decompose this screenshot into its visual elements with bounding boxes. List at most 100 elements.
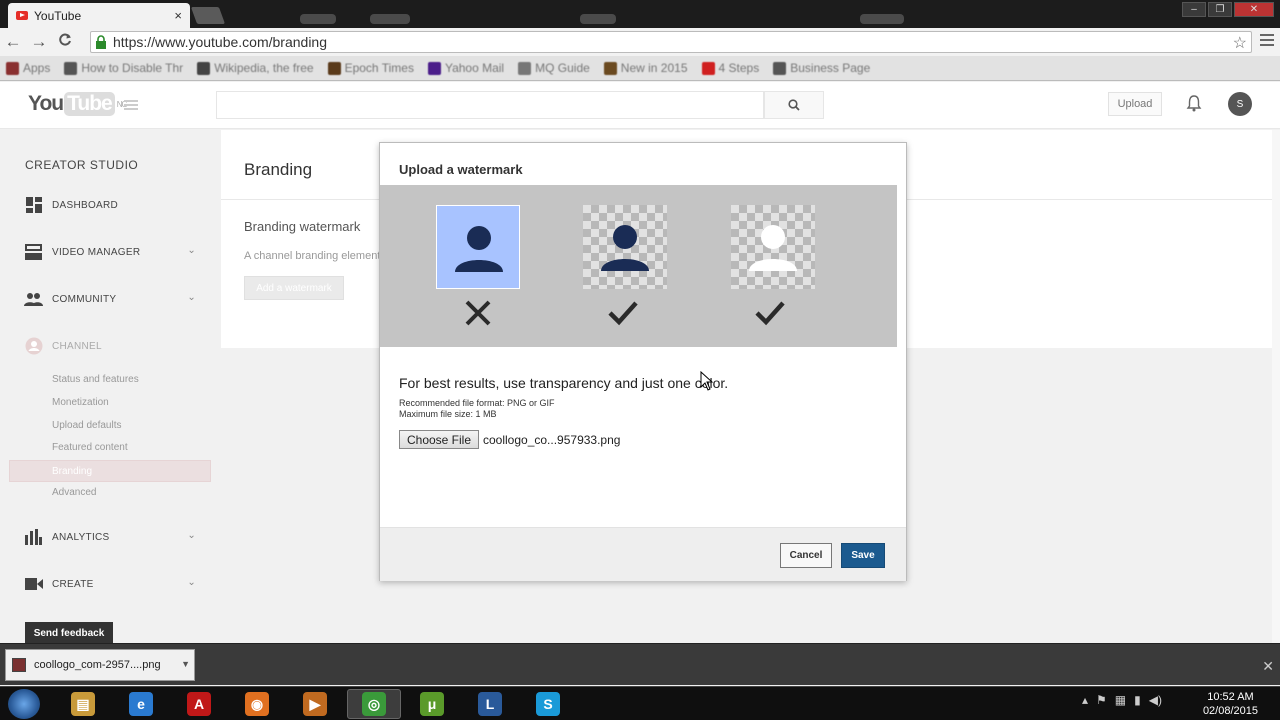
maximize-icon[interactable]: ❐ <box>1208 2 1232 17</box>
check-mark-icon <box>608 301 638 326</box>
bookmark-item[interactable]: Business Page <box>773 61 870 75</box>
lync-icon: L <box>478 692 502 716</box>
bookmark-item[interactable]: Wikipedia, the free <box>197 61 314 75</box>
bookmark-label: Business Page <box>790 61 871 75</box>
taskbar-app-firefox[interactable]: ◉ <box>230 689 284 719</box>
creator-studio-title[interactable]: CREATOR STUDIO <box>25 158 138 172</box>
chevron-down-icon[interactable]: ⌄ <box>187 245 196 256</box>
url-bar[interactable]: https://www.youtube.com/branding ☆ <box>90 31 1252 53</box>
bookmark-label: New in 2015 <box>620 61 688 75</box>
download-bar: coollogo_com-2957....png ▼ ✕ <box>0 643 1280 685</box>
tab-close-icon[interactable]: × <box>174 8 182 23</box>
network-icon[interactable]: ▦ <box>1115 693 1126 707</box>
page-scrollbar[interactable] <box>1272 130 1280 643</box>
youtube-header: You Tube NG Upload S <box>0 82 1280 129</box>
choose-file-button[interactable]: Choose File <box>399 430 479 449</box>
window-controls: – ❐ ✕ <box>1182 2 1274 17</box>
browser-tab-youtube[interactable]: YouTube × <box>8 3 190 28</box>
sidebar-subitem-featured-content[interactable]: Featured content <box>52 442 128 453</box>
bookmark-item[interactable]: How to Disable Thr <box>64 61 183 75</box>
dialog-title: Upload a watermark <box>399 162 523 177</box>
youtube-logo[interactable]: You Tube NG <box>28 92 128 116</box>
new-tab-button[interactable] <box>190 7 226 24</box>
sidebar-item-dashboard[interactable]: DASHBOARD <box>0 195 212 215</box>
utorrent-icon: μ <box>420 692 444 716</box>
chevron-down-icon[interactable]: ⌄ <box>187 530 196 541</box>
taskbar-app-utorrent[interactable]: μ <box>405 689 459 719</box>
search-input[interactable] <box>216 91 764 119</box>
battery-icon[interactable]: ▮ <box>1134 693 1141 707</box>
taskbar-app-chrome[interactable]: ◎ <box>347 689 401 719</box>
chrome-menu-icon[interactable] <box>1260 34 1274 49</box>
action-center-icon[interactable]: ⚑ <box>1096 693 1107 707</box>
notifications-bell-icon[interactable] <box>1186 94 1202 117</box>
chevron-down-icon[interactable]: ⌄ <box>187 292 196 303</box>
chevron-down-icon[interactable]: ▼ <box>181 659 190 669</box>
back-arrow-icon[interactable]: ← <box>0 32 26 52</box>
download-item[interactable]: coollogo_com-2957....png ▼ <box>5 649 195 681</box>
background-icon <box>860 14 904 24</box>
dashboard-icon <box>24 197 43 213</box>
address-toolbar: ← → https://www.youtube.com/branding ☆ <box>0 28 1280 56</box>
upload-watermark-dialog: Upload a watermark For best results, use… <box>379 142 907 581</box>
dialog-footer: Cancel Save <box>380 527 906 581</box>
volume-icon[interactable]: ◀) <box>1149 693 1162 707</box>
sidebar-item-create[interactable]: CREATE ⌄ <box>0 574 212 594</box>
bookmark-label: Wikipedia, the free <box>214 61 314 75</box>
windows-start-button[interactable] <box>8 689 40 719</box>
bookmark-item[interactable]: Epoch Times <box>327 61 414 75</box>
avatar[interactable]: S <box>1228 92 1252 116</box>
file-explorer-icon: ▤ <box>71 692 95 716</box>
minimize-icon[interactable]: – <box>1182 2 1206 17</box>
taskbar-app-skype[interactable]: S <box>521 689 575 719</box>
search-button[interactable] <box>764 91 824 119</box>
person-icon <box>749 225 797 271</box>
add-watermark-button[interactable]: Add a watermark <box>244 276 344 300</box>
sidebar-subitem-advanced[interactable]: Advanced <box>52 487 96 498</box>
guide-menu-icon[interactable] <box>124 100 138 112</box>
tab-title: YouTube <box>34 8 82 23</box>
taskbar-app-lync[interactable]: L <box>463 689 517 719</box>
url-text: https://www.youtube.com/branding <box>113 34 328 50</box>
window-close-icon[interactable]: ✕ <box>1234 2 1274 17</box>
sidebar-subitem-monetization[interactable]: Monetization <box>52 397 109 408</box>
system-clock[interactable]: 10:52 AM 02/08/2015 <box>1203 690 1258 718</box>
download-bar-close-icon[interactable]: ✕ <box>1262 658 1274 675</box>
sidebar-subitem-status[interactable]: Status and features <box>52 374 139 385</box>
sidebar-item-community[interactable]: COMMUNITY ⌄ <box>0 289 212 309</box>
save-button[interactable]: Save <box>841 543 885 568</box>
cancel-button[interactable]: Cancel <box>780 543 832 568</box>
windows-taskbar: ▤ e A ◉ ▶ ◎ μ L S ▴ ⚑ ▦ ▮ ◀) 10:52 AM 02/08/2015 <box>0 686 1280 720</box>
sidebar-item-analytics[interactable]: ANALYTICS ⌄ <box>0 527 212 547</box>
taskbar-app-internet-explorer[interactable]: e <box>114 689 168 719</box>
send-feedback-button[interactable]: Send feedback <box>25 622 113 644</box>
lock-icon <box>96 35 106 49</box>
chevron-down-icon[interactable]: ⌄ <box>187 577 196 588</box>
forward-arrow-icon[interactable]: → <box>26 32 52 52</box>
sidebar-item-channel[interactable]: CHANNEL <box>0 336 212 356</box>
channel-icon <box>24 337 43 355</box>
taskbar-app-media-player[interactable]: ▶ <box>288 689 342 719</box>
firefox-icon: ◉ <box>245 692 269 716</box>
bookmark-item[interactable]: 4 Steps <box>701 61 760 75</box>
bookmark-star-icon[interactable]: ☆ <box>1233 33 1247 53</box>
bookmark-label: How to Disable Thr <box>81 61 184 75</box>
taskbar-app-file-explorer[interactable]: ▤ <box>56 689 110 719</box>
bookmark-item[interactable]: MQ Guide <box>518 61 590 75</box>
example-transparent-white <box>731 205 815 289</box>
bookmark-label: 4 Steps <box>718 61 760 75</box>
internet-explorer-icon: e <box>129 692 153 716</box>
upload-button[interactable]: Upload <box>1108 92 1162 116</box>
bookmark-item[interactable]: Apps <box>6 61 50 75</box>
tray-arrow-icon[interactable]: ▴ <box>1082 693 1088 707</box>
clock-date: 02/08/2015 <box>1202 705 1258 717</box>
bookmark-item[interactable]: New in 2015 <box>603 61 688 75</box>
reload-icon[interactable] <box>52 32 78 52</box>
person-icon <box>601 225 649 271</box>
search-icon <box>788 99 800 111</box>
bookmark-item[interactable]: Yahoo Mail <box>427 61 504 75</box>
sidebar-item-video-manager[interactable]: VIDEO MANAGER ⌄ <box>0 242 212 262</box>
sidebar-subitem-upload-defaults[interactable]: Upload defaults <box>52 420 122 431</box>
sidebar-subitem-branding[interactable]: Branding <box>9 460 211 482</box>
taskbar-app-adobe-reader[interactable]: A <box>172 689 226 719</box>
